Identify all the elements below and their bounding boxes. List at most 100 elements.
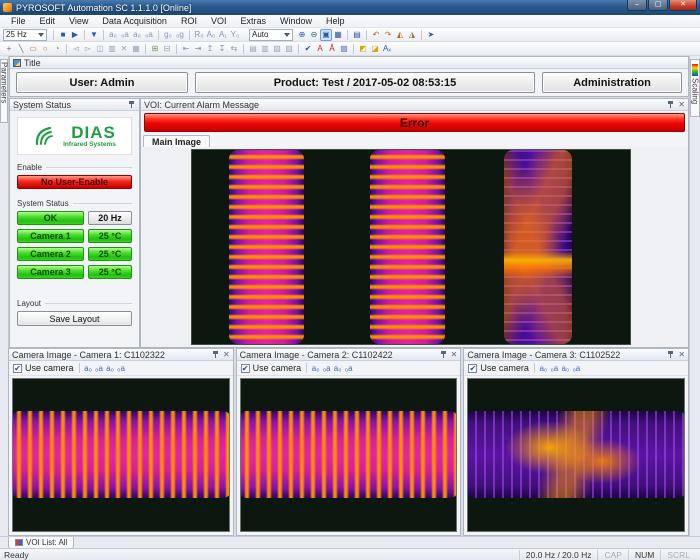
- reference-1-icon[interactable]: R₀: [193, 29, 205, 41]
- camera-2-header[interactable]: Camera Image - Camera 2: C1102422 ✕: [237, 349, 461, 361]
- voi-list-2-icon[interactable]: ◪: [369, 43, 381, 55]
- offset-correction-3-icon[interactable]: a₀: [131, 29, 143, 41]
- align-right-icon[interactable]: ⇥: [192, 43, 204, 55]
- flip-vertical-icon[interactable]: ◮: [406, 29, 418, 41]
- use-camera-checkbox[interactable]: ✔: [241, 364, 250, 373]
- voi-alarm-header[interactable]: VOI: Current Alarm Message ✕: [141, 99, 688, 111]
- roi-delete-icon[interactable]: ✕: [118, 43, 130, 55]
- offset-correction-4-icon[interactable]: ₀a: [143, 29, 155, 41]
- camera-3-status-button[interactable]: Camera 3: [17, 265, 84, 279]
- zoom-out-icon[interactable]: ⊖: [308, 29, 320, 41]
- image-original-size-icon[interactable]: ▦: [332, 29, 344, 41]
- pointer-icon[interactable]: ➤: [425, 29, 437, 41]
- menu-item-help[interactable]: Help: [319, 16, 352, 26]
- camera-offset-correction-1-icon[interactable]: a₀: [538, 364, 549, 373]
- system-ok-status-button[interactable]: OK: [17, 211, 84, 225]
- close-icon[interactable]: ✕: [223, 350, 230, 359]
- copy-format-4-icon[interactable]: ▧: [283, 43, 295, 55]
- close-icon[interactable]: ✕: [678, 350, 685, 359]
- voi-remove-icon[interactable]: Aₓ: [381, 43, 393, 55]
- roi-copy-icon[interactable]: ◫: [94, 43, 106, 55]
- start-acquisition-icon[interactable]: ▶: [69, 29, 81, 41]
- use-camera-checkbox[interactable]: ✔: [13, 364, 22, 373]
- roi-sector-icon[interactable]: ◔: [51, 43, 63, 55]
- camera-1-status-button[interactable]: Camera 1: [17, 229, 84, 243]
- voi-check-icon[interactable]: ✔: [302, 43, 314, 55]
- system-ok-value-button[interactable]: 20 Hz: [88, 211, 132, 225]
- copy-format-1-icon[interactable]: ▤: [247, 43, 259, 55]
- minimize-button[interactable]: –: [627, 0, 647, 11]
- flip-horizontal-icon[interactable]: ◭: [394, 29, 406, 41]
- close-icon[interactable]: ✕: [451, 350, 458, 359]
- pin-icon[interactable]: [128, 100, 136, 109]
- menu-item-data-acquisition[interactable]: Data Acquisition: [95, 16, 174, 26]
- camera-offset-correction-2-icon[interactable]: ₀a: [94, 364, 105, 373]
- distribute-icon[interactable]: ⇆: [228, 43, 240, 55]
- pin-icon[interactable]: [667, 100, 675, 109]
- administration-button[interactable]: Administration: [542, 72, 682, 93]
- main-thermal-image[interactable]: [191, 149, 631, 345]
- roi-rectangle-icon[interactable]: ▭: [27, 43, 39, 55]
- menu-item-view[interactable]: View: [62, 16, 95, 26]
- camera-2-status-button[interactable]: Camera 2: [17, 247, 84, 261]
- filter-icon[interactable]: ▼: [88, 29, 100, 41]
- gain-correction-2-icon[interactable]: ₀g: [174, 29, 186, 41]
- system-status-header[interactable]: System Status: [10, 99, 139, 111]
- user-enable-button[interactable]: No User-Enable: [17, 175, 132, 189]
- menu-item-window[interactable]: Window: [273, 16, 319, 26]
- camera-1-header[interactable]: Camera Image - Camera 1: C1102322 ✕: [9, 349, 233, 361]
- voi-alarm-a-icon[interactable]: A: [314, 43, 326, 55]
- reference-2-icon[interactable]: A₀: [205, 29, 217, 41]
- camera-offset-correction-3-icon[interactable]: a₀: [332, 364, 343, 373]
- zoom-in-icon[interactable]: ⊕: [296, 29, 308, 41]
- camera-offset-correction-3-icon[interactable]: a₀: [105, 364, 116, 373]
- camera-offset-correction-2-icon[interactable]: ₀a: [549, 364, 560, 373]
- camera-2-thermal-image[interactable]: [240, 378, 458, 532]
- menu-item-file[interactable]: File: [4, 16, 33, 26]
- menu-item-voi[interactable]: VOI: [204, 16, 234, 26]
- product-button[interactable]: Product: Test / 2017-05-02 08:53:15: [195, 72, 535, 93]
- parameters-side-tab[interactable]: Parameters: [0, 59, 8, 123]
- roi-export-icon[interactable]: ⊟: [161, 43, 173, 55]
- title-panel-header[interactable]: Title: [10, 57, 688, 69]
- zoom-fit-icon[interactable]: ▣: [320, 29, 332, 41]
- roi-import-icon[interactable]: ⊞: [149, 43, 161, 55]
- maximize-button[interactable]: ▢: [648, 0, 668, 11]
- roi-select-icon[interactable]: +: [3, 43, 15, 55]
- scaling-mode-combo[interactable]: Auto: [249, 29, 293, 41]
- roi-move-right-icon[interactable]: ▻: [82, 43, 94, 55]
- reference-3-icon[interactable]: A₁: [217, 29, 229, 41]
- gain-correction-1-icon[interactable]: g₀: [162, 29, 174, 41]
- camera-offset-correction-4-icon[interactable]: ₀a: [343, 364, 354, 373]
- menu-item-edit[interactable]: Edit: [33, 16, 63, 26]
- pin-icon[interactable]: [440, 350, 448, 359]
- stop-acquisition-icon[interactable]: ■: [57, 29, 69, 41]
- close-button[interactable]: ✕: [669, 0, 697, 11]
- camera-offset-correction-3-icon[interactable]: a₀: [560, 364, 571, 373]
- use-camera-checkbox[interactable]: ✔: [468, 364, 477, 373]
- camera-offset-correction-4-icon[interactable]: ₀a: [116, 364, 127, 373]
- layout-list-icon[interactable]: ▤: [351, 29, 363, 41]
- close-icon[interactable]: ✕: [678, 100, 685, 109]
- framerate-combo[interactable]: 25 Hz: [3, 29, 47, 41]
- camera-3-header[interactable]: Camera Image - Camera 3: C1102522 ✕: [464, 349, 688, 361]
- roi-paste-icon[interactable]: ▥: [106, 43, 118, 55]
- voi-image-icon[interactable]: ▩: [338, 43, 350, 55]
- align-top-icon[interactable]: ↥: [204, 43, 216, 55]
- voi-alarm-a2-icon[interactable]: Å: [326, 43, 338, 55]
- align-left-icon[interactable]: ⇤: [180, 43, 192, 55]
- camera-2-value-button[interactable]: 25 °C: [88, 247, 132, 261]
- scaling-side-tab[interactable]: Scaling: [690, 59, 700, 117]
- camera-offset-correction-4-icon[interactable]: ₀a: [571, 364, 582, 373]
- roi-grid-icon[interactable]: ▦: [130, 43, 142, 55]
- pin-icon[interactable]: [667, 350, 675, 359]
- align-bottom-icon[interactable]: ↧: [216, 43, 228, 55]
- rotate-left-icon[interactable]: ↶: [370, 29, 382, 41]
- camera-offset-correction-2-icon[interactable]: ₀a: [321, 364, 332, 373]
- roi-move-left-icon[interactable]: ◅: [70, 43, 82, 55]
- roi-ellipse-icon[interactable]: ○: [39, 43, 51, 55]
- camera-3-value-button[interactable]: 25 °C: [88, 265, 132, 279]
- camera-offset-correction-1-icon[interactable]: a₀: [83, 364, 94, 373]
- camera-offset-correction-1-icon[interactable]: a₀: [310, 364, 321, 373]
- rotate-right-icon[interactable]: ↷: [382, 29, 394, 41]
